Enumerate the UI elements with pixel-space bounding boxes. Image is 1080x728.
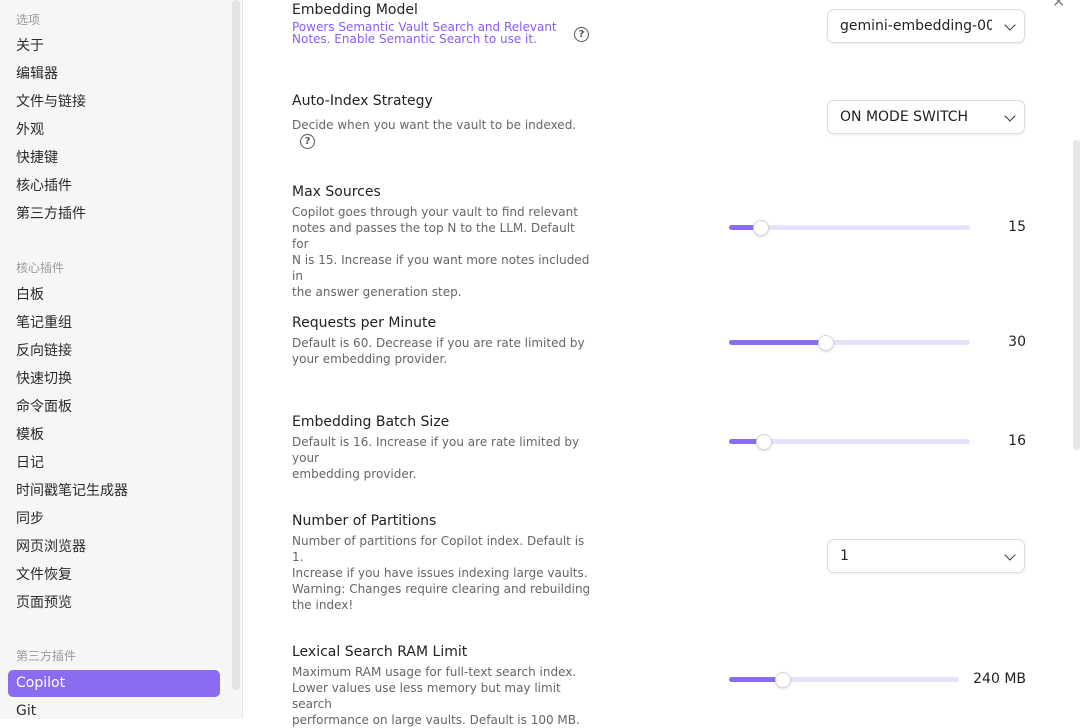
batch-size-slider[interactable] bbox=[729, 434, 970, 450]
sidebar-item-sync[interactable]: 同步 bbox=[8, 506, 220, 533]
setting-desc-line: N is 15. Increase if you want more notes… bbox=[292, 253, 590, 283]
setting-name: Requests per Minute bbox=[292, 315, 437, 331]
setting-name: Lexical Search RAM Limit bbox=[292, 644, 468, 660]
setting-desc-line: the answer generation step. bbox=[292, 285, 462, 299]
setting-desc-line: the index! bbox=[292, 598, 354, 612]
section-title-core-plugins: 核心插件 bbox=[16, 261, 65, 275]
setting-desc-line: your embedding provider. bbox=[292, 352, 448, 366]
requests-per-minute-value: 30 bbox=[1008, 334, 1026, 350]
requests-per-minute-slider[interactable] bbox=[729, 335, 970, 351]
partitions-select[interactable]: 1 bbox=[827, 539, 1025, 573]
setting-desc-line: Warning: Changes require clearing and re… bbox=[292, 582, 591, 596]
slider-thumb[interactable] bbox=[753, 220, 769, 236]
setting-batch-size: Embedding Batch Size Default is 16. Incr… bbox=[292, 414, 592, 482]
setting-embedding-model: Embedding Model Powers Semantic Vault Se… bbox=[292, 2, 592, 45]
setting-name: Embedding Model bbox=[292, 2, 418, 18]
sidebar-item-files-links[interactable]: 文件与链接 bbox=[8, 89, 220, 116]
setting-desc-line: Default is 16. Increase if you are rate … bbox=[292, 435, 580, 465]
sidebar-item-command-palette[interactable]: 命令面板 bbox=[8, 394, 220, 421]
setting-desc: Number of partitions for Copilot index. … bbox=[292, 533, 592, 613]
section-title-options: 选项 bbox=[16, 13, 41, 27]
setting-desc-line: Decide when you want the vault to be ind… bbox=[292, 117, 592, 149]
embedding-model-select[interactable]: gemini-embedding-001 bbox=[827, 9, 1025, 43]
sidebar-item-unique-note-creator[interactable]: 时间戳笔记生成器 bbox=[8, 478, 220, 505]
ram-limit-slider[interactable] bbox=[729, 672, 959, 688]
sidebar-item-core-plugins[interactable]: 核心插件 bbox=[8, 173, 220, 200]
setting-auto-index: Auto-Index Strategy Decide when you want… bbox=[292, 93, 592, 149]
sidebar-item-community-plugins[interactable]: 第三方插件 bbox=[8, 201, 220, 228]
slider-fill bbox=[729, 340, 825, 345]
setting-desc: Default is 60. Decrease if you are rate … bbox=[292, 335, 592, 367]
setting-desc-line: embedding provider. bbox=[292, 467, 417, 481]
setting-desc: Maximum RAM usage for full-text search i… bbox=[292, 664, 592, 728]
setting-max-sources: Max Sources Copilot goes through your va… bbox=[292, 184, 592, 300]
chevron-down-icon bbox=[1004, 549, 1016, 561]
sidebar-item-hotkeys[interactable]: 快捷键 bbox=[8, 145, 220, 172]
setting-desc-line: Maximum RAM usage for full-text search i… bbox=[292, 665, 577, 679]
setting-desc: Default is 16. Increase if you are rate … bbox=[292, 434, 592, 482]
sidebar-item-backlinks[interactable]: 反向链接 bbox=[8, 338, 220, 365]
setting-desc-line: Lower values use less memory but may lim… bbox=[292, 681, 561, 711]
sidebar-item-templates[interactable]: 模板 bbox=[8, 422, 220, 449]
chevron-down-icon bbox=[1004, 19, 1016, 31]
slider-thumb[interactable] bbox=[756, 434, 772, 450]
max-sources-slider[interactable] bbox=[729, 220, 970, 236]
sidebar-item-daily-notes[interactable]: 日记 bbox=[8, 450, 220, 477]
question-circle-icon[interactable]: ? bbox=[300, 134, 315, 149]
settings-sidebar: 选项 关于 编辑器 文件与链接 外观 快捷键 核心插件 第三方插件 核心插件 白… bbox=[0, 0, 243, 719]
sidebar-item-canvas[interactable]: 白板 bbox=[8, 282, 220, 309]
setting-desc-line: Default is 60. Decrease if you are rate … bbox=[292, 336, 585, 350]
setting-name: Max Sources bbox=[292, 184, 381, 200]
setting-name: Auto-Index Strategy bbox=[292, 93, 433, 109]
close-icon[interactable]: ✕ bbox=[1052, 0, 1065, 11]
sidebar-item-appearance[interactable]: 外观 bbox=[8, 117, 220, 144]
sidebar-item-copilot[interactable]: Copilot bbox=[8, 670, 220, 697]
setting-desc-line: Notes. Enable Semantic Search to use it. bbox=[292, 32, 537, 46]
sidebar-item-about[interactable]: 关于 bbox=[8, 33, 220, 60]
chevron-down-icon bbox=[1004, 110, 1016, 122]
auto-index-select[interactable]: ON MODE SWITCH bbox=[827, 100, 1025, 134]
batch-size-value: 16 bbox=[1008, 433, 1026, 449]
setting-desc-text: Decide when you want the vault to be ind… bbox=[292, 118, 577, 132]
slider-thumb[interactable] bbox=[818, 335, 834, 351]
sidebar-item-git[interactable]: Git bbox=[8, 698, 220, 725]
setting-desc-line: Number of partitions for Copilot index. … bbox=[292, 534, 585, 564]
setting-name: Embedding Batch Size bbox=[292, 414, 450, 430]
select-value: ON MODE SWITCH bbox=[840, 109, 969, 125]
sidebar-item-quick-switcher[interactable]: 快速切换 bbox=[8, 366, 220, 393]
setting-desc-line: notes and passes the top N to the LLM. D… bbox=[292, 221, 575, 251]
setting-partitions: Number of Partitions Number of partition… bbox=[292, 513, 592, 613]
setting-name: Number of Partitions bbox=[292, 513, 437, 529]
setting-desc-line: Copilot goes through your vault to find … bbox=[292, 205, 578, 219]
ram-limit-value: 240 MB bbox=[973, 671, 1026, 687]
setting-desc-line: Increase if you have issues indexing lar… bbox=[292, 566, 588, 580]
setting-desc-line: performance on large vaults. Default is … bbox=[292, 713, 580, 727]
setting-desc: Copilot goes through your vault to find … bbox=[292, 204, 592, 300]
max-sources-value: 15 bbox=[1008, 219, 1026, 235]
setting-ram-limit: Lexical Search RAM Limit Maximum RAM usa… bbox=[292, 644, 592, 728]
sidebar-item-editor[interactable]: 编辑器 bbox=[8, 61, 220, 88]
select-value: 1 bbox=[840, 548, 849, 564]
setting-requests-per-minute: Requests per Minute Default is 60. Decre… bbox=[292, 315, 592, 367]
select-value: gemini-embedding-001 bbox=[840, 18, 992, 34]
section-title-community-plugins: 第三方插件 bbox=[16, 649, 77, 663]
sidebar-item-file-recovery[interactable]: 文件恢复 bbox=[8, 562, 220, 589]
sidebar-item-page-preview[interactable]: 页面预览 bbox=[8, 590, 220, 617]
sidebar-item-web-viewer[interactable]: 网页浏览器 bbox=[8, 534, 220, 561]
main-scrollbar[interactable] bbox=[1073, 140, 1080, 450]
question-circle-icon[interactable]: ? bbox=[574, 27, 589, 42]
sidebar-scrollbar[interactable] bbox=[232, 0, 240, 690]
sidebar-item-note-composer[interactable]: 笔记重组 bbox=[8, 310, 220, 337]
slider-thumb[interactable] bbox=[775, 672, 791, 688]
